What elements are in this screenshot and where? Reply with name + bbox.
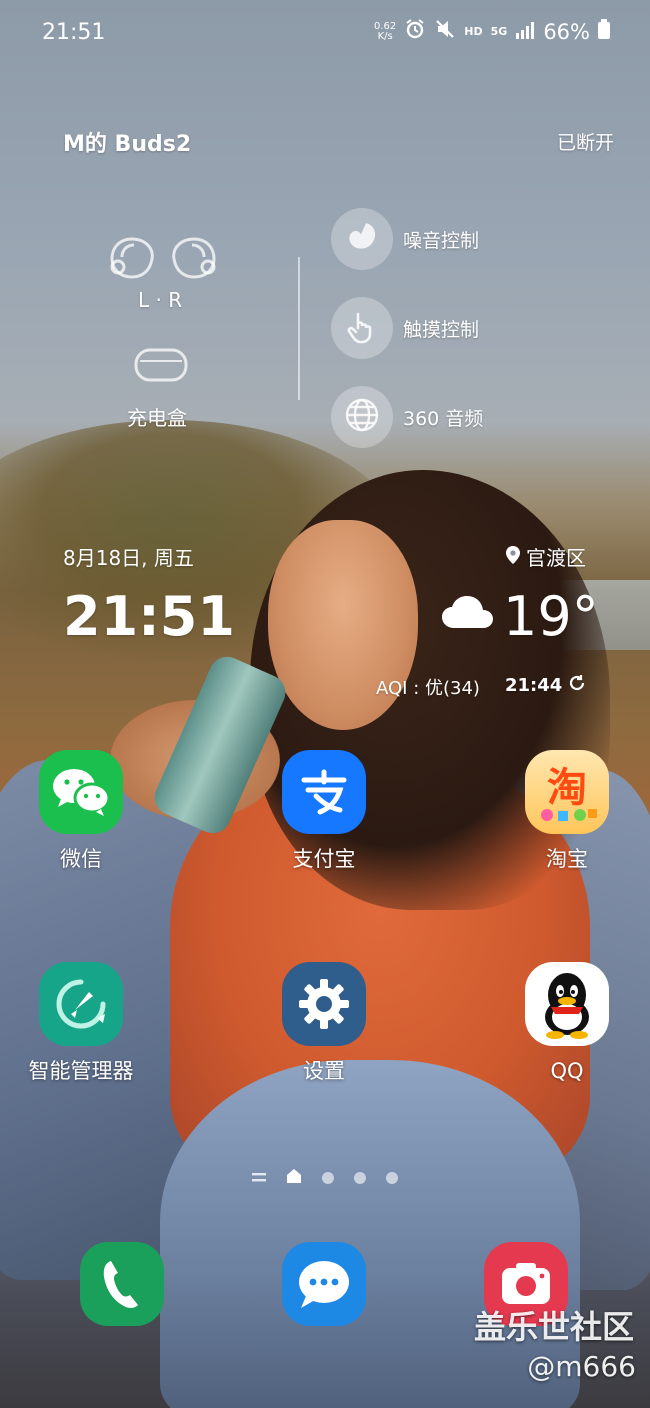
svg-text:淘: 淘 <box>547 765 587 811</box>
buds-device-name[interactable]: M的 Buds2 <box>63 126 191 158</box>
app-label: 支付宝 <box>292 847 356 871</box>
touch-control-icon <box>344 308 380 348</box>
weather-location[interactable]: 官渡区 <box>506 542 586 571</box>
home-page-icon[interactable] <box>286 1168 302 1188</box>
touch-control-label: 触摸控制 <box>403 318 480 341</box>
app-messages[interactable] <box>264 1242 384 1326</box>
app-settings[interactable]: 设置 <box>264 962 384 1086</box>
wechat-icon <box>39 750 123 834</box>
app-device-care[interactable]: 智能管理器 <box>21 962 141 1086</box>
location-pin-icon <box>506 545 520 569</box>
app-label: 智能管理器 <box>28 1059 134 1083</box>
noise-control-label: 噪音控制 <box>403 229 480 252</box>
signal-icon <box>515 20 535 44</box>
buds-connection-status: 已断开 <box>556 132 614 154</box>
app-phone[interactable] <box>62 1242 182 1326</box>
noise-control-button[interactable]: 噪音控制 <box>331 208 611 270</box>
touch-control-button[interactable]: 触摸控制 <box>331 297 611 359</box>
360-audio-label: 360 音频 <box>403 407 484 430</box>
earbuds-icon[interactable] <box>108 235 218 281</box>
cloudy-icon <box>440 594 494 630</box>
widget-divider <box>298 257 300 400</box>
widget-date: 8月18日, 周五 <box>63 546 194 570</box>
settings-icon <box>282 962 366 1046</box>
battery-icon <box>598 19 610 44</box>
battery-percent: 66% <box>543 19 590 44</box>
watermark-user: @m666 <box>527 1350 636 1383</box>
menu-lines-icon[interactable] <box>252 1169 266 1188</box>
mute-icon <box>434 18 456 45</box>
app-qq[interactable]: QQ <box>507 962 627 1086</box>
page-dot[interactable] <box>386 1172 398 1184</box>
status-bar[interactable]: 21:51 0.62 K/s HD 5G 66% <box>0 14 650 50</box>
alipay-icon <box>282 750 366 834</box>
charging-case-label: 充电盒 <box>127 406 187 430</box>
earbuds-label: L · R <box>138 288 183 312</box>
aqi-text: AQI : 优(34) <box>376 678 480 699</box>
360-audio-icon <box>343 396 381 438</box>
5g-icon: 5G <box>490 25 508 38</box>
status-time: 21:51 <box>42 20 106 45</box>
refresh-icon[interactable] <box>568 674 586 697</box>
temperature[interactable]: 19° <box>503 585 599 648</box>
hd-icon: HD <box>464 25 483 38</box>
360-audio-button[interactable]: 360 音频 <box>331 386 611 448</box>
net-speed: 0.62 K/s <box>374 20 397 42</box>
app-alipay[interactable]: 支付宝 <box>264 750 384 874</box>
noise-control-icon <box>344 219 380 259</box>
charging-case-icon[interactable] <box>134 348 188 382</box>
app-label: QQ <box>550 1059 584 1083</box>
page-dot[interactable] <box>354 1172 366 1184</box>
qq-icon <box>525 962 609 1046</box>
alarm-icon <box>404 18 426 45</box>
app-label: 微信 <box>60 847 102 871</box>
widget-clock[interactable]: 21:51 <box>63 585 235 648</box>
app-label: 设置 <box>303 1059 345 1083</box>
messages-icon <box>282 1242 366 1326</box>
page-dot[interactable] <box>322 1172 334 1184</box>
watermark-community: 盖乐世社区 <box>473 1308 634 1346</box>
weather-update-time[interactable]: 21:44 <box>505 674 586 697</box>
taobao-icon: 淘 <box>525 750 609 834</box>
app-wechat[interactable]: 微信 <box>21 750 141 874</box>
app-label: 淘宝 <box>546 847 588 871</box>
device-care-icon <box>39 962 123 1046</box>
page-indicator[interactable] <box>252 1168 398 1188</box>
app-taobao[interactable]: 淘 淘宝 <box>507 750 627 874</box>
phone-icon <box>80 1242 164 1326</box>
